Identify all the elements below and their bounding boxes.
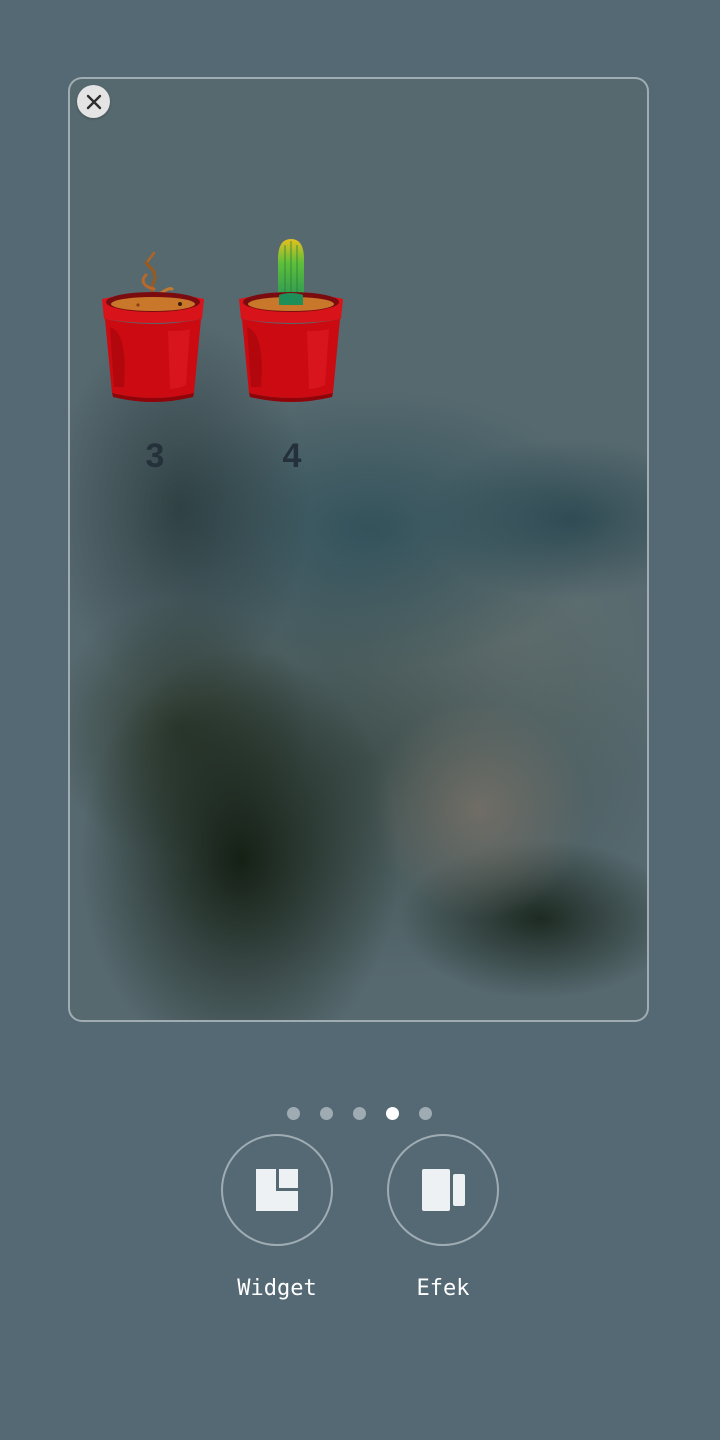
widget-label: Widget <box>237 1276 317 1301</box>
page-dot-2[interactable] <box>320 1107 333 1120</box>
cactus-pot-icon <box>239 239 343 402</box>
home-page-preview[interactable]: 3 4 <box>68 77 649 1022</box>
page-dot-5[interactable] <box>419 1107 432 1120</box>
page-dot-4-active[interactable] <box>386 1107 399 1120</box>
app-shortcut-4[interactable]: 4 <box>227 79 357 475</box>
effects-label: Efek <box>416 1276 470 1301</box>
app-shortcut-3[interactable]: 3 <box>90 79 220 475</box>
widget-icon <box>256 1169 298 1211</box>
page-dot-1[interactable] <box>287 1107 300 1120</box>
page-indicator <box>0 1107 720 1121</box>
app-label: 3 <box>145 437 165 475</box>
effects-button[interactable] <box>387 1134 499 1246</box>
effects-icon <box>422 1169 465 1211</box>
widget-button[interactable] <box>221 1134 333 1246</box>
sprout-pot-icon <box>102 251 204 402</box>
app-label: 4 <box>282 437 302 475</box>
page-dot-3[interactable] <box>353 1107 366 1120</box>
